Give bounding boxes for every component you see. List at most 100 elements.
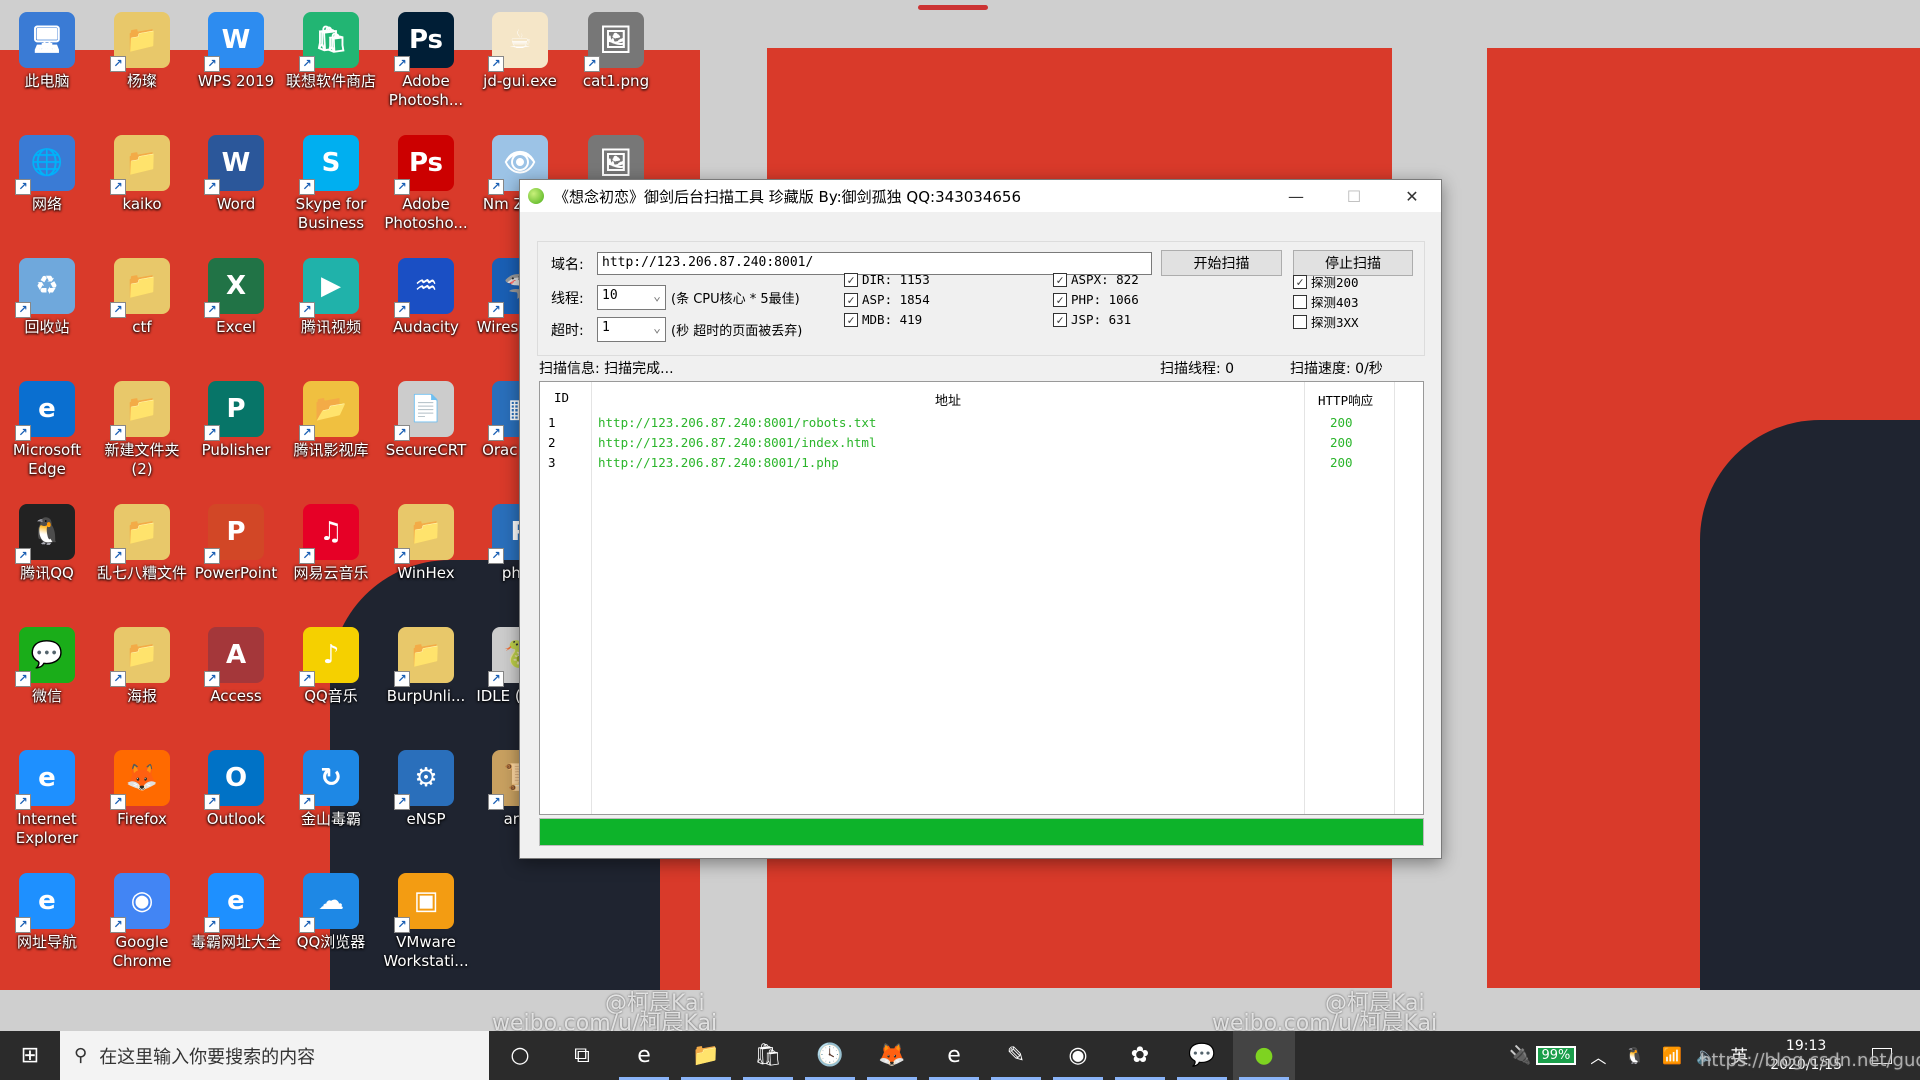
desktop-icon[interactable]: ↻ ↗ 金山毒霸 <box>284 750 378 829</box>
desktop-icon[interactable]: ☕ ↗ jd-gui.exe <box>473 12 567 91</box>
desktop-icon[interactable]: 🖼 ↗ cat1.png <box>569 12 663 91</box>
desktop-icon[interactable]: e ↗ 毒霸网址大全 <box>189 873 283 952</box>
desktop-icon[interactable]: 📁 ↗ ctf <box>95 258 189 337</box>
desktop-icon[interactable]: ▶ ↗ 腾讯视频 <box>284 258 378 337</box>
start-button[interactable]: ⊞ <box>0 1031 60 1080</box>
desktop-icon[interactable]: ◉ ↗ Google Chrome <box>95 873 189 971</box>
option-checkbox[interactable]: ✓ ASP: 1854 <box>844 292 930 307</box>
desktop-icon[interactable]: S ↗ Skype for Business <box>284 135 378 233</box>
desktop-icon[interactable]: ☁ ↗ QQ浏览器 <box>284 873 378 952</box>
desktop-icon[interactable]: 📁 ↗ 乱七八糟文件 <box>95 504 189 583</box>
option-checkbox[interactable]: ✓ PHP: 1066 <box>1053 292 1139 307</box>
desktop-icon[interactable]: e ↗ Microsoft Edge <box>0 381 94 479</box>
desktop-icon[interactable]: 🦊 ↗ Firefox <box>95 750 189 829</box>
shortcut-arrow-icon: ↗ <box>299 56 315 72</box>
taskbar-file-explorer[interactable]: 📁 <box>675 1031 737 1080</box>
taskbar-task-view[interactable]: ⧉ <box>551 1031 613 1080</box>
checkbox-box[interactable] <box>1293 294 1307 309</box>
option-checkbox[interactable]: ✓ DIR: 1153 <box>844 272 930 287</box>
desktop-icon-label: 联想软件商店 <box>285 72 376 90</box>
desktop-icon[interactable]: ♪ ↗ QQ音乐 <box>284 627 378 706</box>
desktop-icon[interactable]: 🌐 ↗ 网络 <box>0 135 94 214</box>
desktop-icon[interactable]: P ↗ Publisher <box>189 381 283 460</box>
taskbar-firefox[interactable]: 🦊 <box>861 1031 923 1080</box>
checkbox-label: MDB: 419 <box>862 312 923 327</box>
option-checkbox[interactable]: ✓ 探测200 <box>1293 272 1359 291</box>
battery-indicator[interactable]: 99% <box>1535 1046 1577 1065</box>
checkbox-box[interactable]: ✓ <box>1053 272 1067 287</box>
option-checkbox[interactable]: ✓ JSP: 631 <box>1053 312 1131 327</box>
taskbar-cortana[interactable]: ○ <box>489 1031 551 1080</box>
app-icon: 📁 ↗ <box>110 12 170 72</box>
desktop-icon[interactable]: 📁 ↗ kaiko <box>95 135 189 214</box>
checkbox-box[interactable]: ✓ <box>1053 312 1067 327</box>
header-http-status[interactable]: HTTP响应 <box>1318 390 1373 409</box>
desktop-icon[interactable]: 📁 ↗ WinHex <box>379 504 473 583</box>
desktop-icon-label: PowerPoint <box>194 564 278 582</box>
desktop-icon[interactable]: 📁 ↗ 新建文件夹 (2) <box>95 381 189 479</box>
checkbox-box[interactable]: ✓ <box>844 292 858 307</box>
desktop-icon[interactable]: e ↗ Internet Explorer <box>0 750 94 848</box>
qq-tray-icon[interactable]: 🐧 <box>1624 1046 1644 1065</box>
checkbox-box[interactable]: ✓ <box>1293 274 1307 289</box>
desktop-icon[interactable]: ▣ ↗ VMware Workstati... <box>379 873 473 971</box>
desktop-icon[interactable]: O ↗ Outlook <box>189 750 283 829</box>
desktop-icon-label: jd-gui.exe <box>483 72 557 90</box>
desktop-icon[interactable]: A ↗ Access <box>189 627 283 706</box>
start-scan-button[interactable]: 开始扫描 <box>1161 250 1282 276</box>
maximize-button[interactable]: ☐ <box>1325 180 1383 212</box>
desktop-icon[interactable]: P ↗ PowerPoint <box>189 504 283 583</box>
desktop-icon[interactable]: ♫ ↗ 网易云音乐 <box>284 504 378 583</box>
title-bar[interactable]: 《想念初恋》御剑后台扫描工具 珍藏版 By:御剑孤独 QQ:343034656 … <box>520 180 1441 212</box>
wifi-icon[interactable]: 📶 <box>1662 1046 1682 1065</box>
desktop-icon[interactable]: 🛍 ↗ 联想软件商店 <box>284 12 378 91</box>
shortcut-arrow-icon: ↗ <box>394 917 410 933</box>
table-row[interactable]: 1 http://123.206.87.240:8001/robots.txt 20… <box>540 413 1410 433</box>
desktop-icon[interactable]: e ↗ 网址导航 <box>0 873 94 952</box>
checkbox-box[interactable]: ✓ <box>844 272 858 287</box>
taskbar-clock-app[interactable]: 🕓 <box>799 1031 861 1080</box>
taskbar-store[interactable]: 🛍 <box>737 1031 799 1080</box>
taskbar-notepad[interactable]: ✎ <box>985 1031 1047 1080</box>
header-id[interactable]: ID <box>554 390 569 405</box>
desktop-icon[interactable]: 📄 ↗ SecureCRT <box>379 381 473 460</box>
desktop-icon[interactable]: ♒ ↗ Audacity <box>379 258 473 337</box>
desktop-icon[interactable]: X ↗ Excel <box>189 258 283 337</box>
show-hidden-icons-button[interactable]: ︿ <box>1590 1044 1606 1068</box>
desktop-icon[interactable]: W ↗ WPS 2019 <box>189 12 283 91</box>
threads-select[interactable]: 10 ⌄ <box>597 285 666 310</box>
minimize-button[interactable]: — <box>1267 180 1325 212</box>
scanner-window: 《想念初恋》御剑后台扫描工具 珍藏版 By:御剑孤独 QQ:343034656 … <box>519 179 1442 859</box>
option-checkbox[interactable]: 探测403 <box>1293 292 1359 311</box>
header-address[interactable]: 地址 <box>935 390 961 409</box>
checkbox-box[interactable] <box>1293 314 1307 329</box>
desktop-icon[interactable]: 📂 ↗ 腾讯影视库 <box>284 381 378 460</box>
table-row[interactable]: 3 http://123.206.87.240:8001/1.php 200 <box>540 453 1410 473</box>
desktop-icon[interactable]: ⚙ ↗ eNSP <box>379 750 473 829</box>
desktop-icon[interactable]: 📁 ↗ 海报 <box>95 627 189 706</box>
taskbar-yujian-scanner[interactable]: ● <box>1233 1031 1295 1080</box>
taskbar-edge[interactable]: e <box>613 1031 675 1080</box>
checkbox-box[interactable]: ✓ <box>844 312 858 327</box>
desktop-icon[interactable]: 💬 ↗ 微信 <box>0 627 94 706</box>
taskbar-wechat[interactable]: 💬 <box>1171 1031 1233 1080</box>
taskbar-baidu-netdisk[interactable]: ✿ <box>1109 1031 1171 1080</box>
desktop-icon[interactable]: 🐧 ↗ 腾讯QQ <box>0 504 94 583</box>
desktop-icon[interactable]: Ps ↗ Adobe Photosh... <box>379 12 473 110</box>
desktop-icon[interactable]: Ps ↗ Adobe Photosho... <box>379 135 473 233</box>
checkbox-box[interactable]: ✓ <box>1053 292 1067 307</box>
search-box[interactable]: ⚲ 在这里输入你要搜索的内容 <box>60 1031 489 1080</box>
option-checkbox[interactable]: ✓ MDB: 419 <box>844 312 922 327</box>
option-checkbox[interactable]: ✓ ASPX: 822 <box>1053 272 1139 287</box>
option-checkbox[interactable]: 探测3XX <box>1293 312 1359 331</box>
close-button[interactable]: ✕ <box>1383 180 1441 212</box>
taskbar-chrome[interactable]: ◉ <box>1047 1031 1109 1080</box>
taskbar-internet-explorer[interactable]: e <box>923 1031 985 1080</box>
desktop-icon[interactable]: 📁 ↗ BurpUnli... <box>379 627 473 706</box>
desktop-icon[interactable]: 🖥 此电脑 <box>0 12 94 91</box>
table-row[interactable]: 2 http://123.206.87.240:8001/index.html 20… <box>540 433 1410 453</box>
desktop-icon[interactable]: W ↗ Word <box>189 135 283 214</box>
timeout-select[interactable]: 1 ⌄ <box>597 317 666 342</box>
desktop-icon[interactable]: ♻ ↗ 回收站 <box>0 258 94 337</box>
desktop-icon[interactable]: 📁 ↗ 杨璨 <box>95 12 189 91</box>
